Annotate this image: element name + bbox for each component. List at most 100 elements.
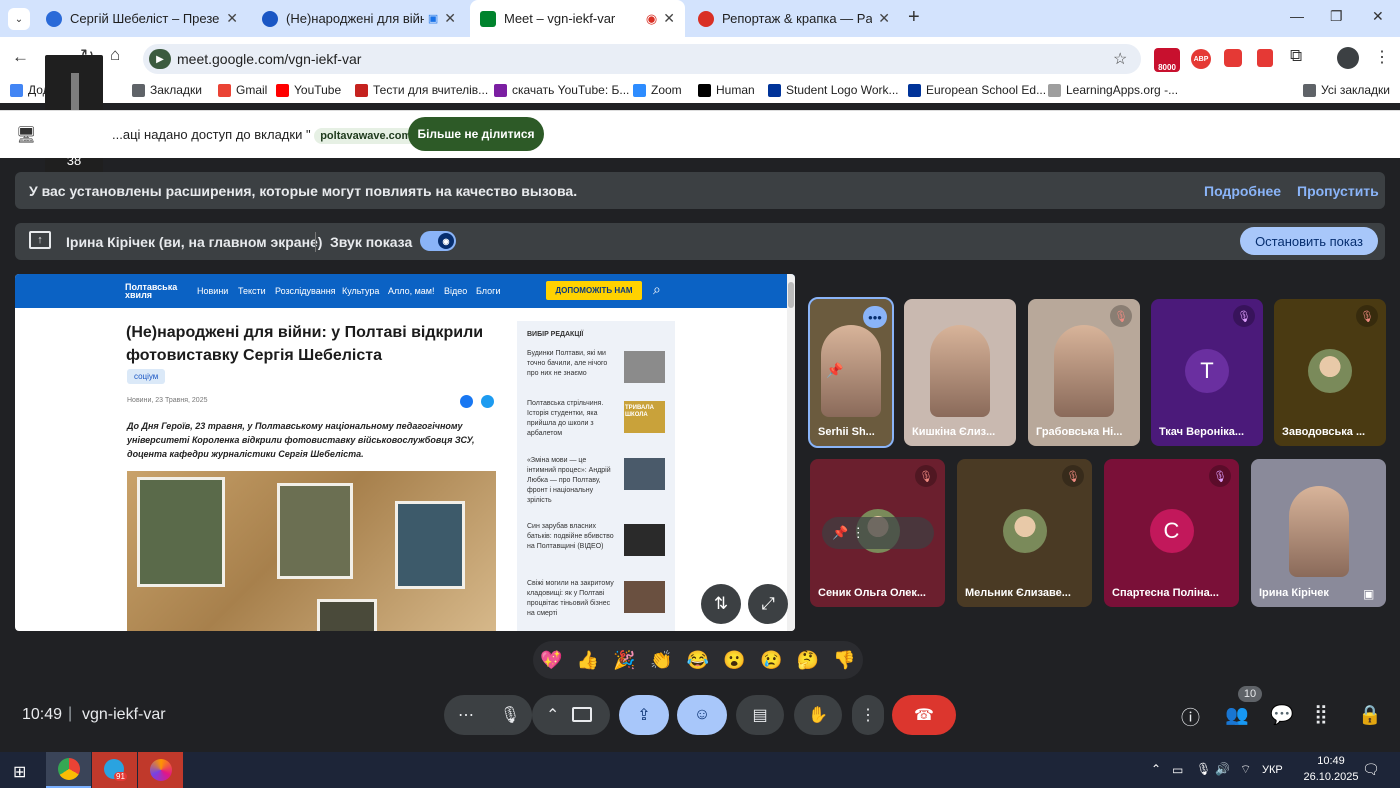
tag-chip[interactable]: соціум bbox=[127, 369, 166, 384]
new-tab-button[interactable]: + bbox=[908, 6, 920, 29]
tab-meet[interactable]: Meet – vgn-iekf-var ◉ ✕ bbox=[470, 0, 685, 37]
leave-call-button[interactable]: ☎ bbox=[892, 695, 956, 735]
site-nav-item[interactable]: Розслідування bbox=[275, 286, 336, 296]
help-us-button[interactable]: ДОПОМОЖІТЬ НАМ bbox=[546, 281, 642, 300]
site-nav-item[interactable]: Культура bbox=[342, 286, 379, 296]
details-link[interactable]: Подробнее bbox=[1204, 183, 1281, 199]
bookmark-item[interactable]: скачать YouTube: Б... bbox=[494, 83, 629, 97]
audio-options-button[interactable]: ⋯ 🎙 bbox=[444, 695, 532, 735]
sidebar-story-text[interactable]: Будинки Полтави, які ми точно бачили, ал… bbox=[527, 349, 617, 379]
participant-tile[interactable]: C 🎙 Спартесна Поліна... bbox=[1104, 459, 1239, 607]
browser-menu-icon[interactable]: ⋮ bbox=[1374, 47, 1390, 67]
participant-tile[interactable]: Ірина Кірічек bbox=[1251, 459, 1386, 607]
sidebar-story-thumbnail[interactable] bbox=[624, 524, 665, 556]
fullscreen-button[interactable]: ⤢ bbox=[748, 584, 788, 624]
site-nav-item[interactable]: Відео bbox=[444, 286, 467, 296]
more-options-button[interactable]: ⋮ bbox=[852, 695, 884, 735]
taskbar-chrome-app[interactable] bbox=[46, 752, 91, 788]
maximize-icon[interactable]: ❐ bbox=[1330, 8, 1343, 25]
site-nav-item[interactable]: Блоги bbox=[476, 286, 500, 296]
sidebar-story-thumbnail[interactable] bbox=[624, 458, 665, 490]
home-icon[interactable]: ⌂ bbox=[110, 45, 120, 65]
sidebar-story-thumbnail[interactable] bbox=[624, 581, 665, 613]
reaction-emoji[interactable]: 😢 bbox=[760, 650, 782, 671]
reaction-emoji[interactable]: 👍 bbox=[577, 650, 599, 671]
language-indicator[interactable]: УКР bbox=[1262, 764, 1283, 776]
twitter-icon[interactable] bbox=[481, 395, 494, 408]
profile-avatar[interactable] bbox=[1337, 47, 1359, 69]
captions-button[interactable]: ▤ bbox=[736, 695, 784, 735]
sound-toggle[interactable]: ◉ bbox=[420, 231, 456, 251]
camera-icon[interactable] bbox=[572, 707, 592, 722]
participant-tile[interactable]: 🎙 Заводовська ... bbox=[1274, 299, 1386, 446]
reaction-emoji[interactable]: 🤔 bbox=[797, 650, 819, 671]
shield-extension-icon[interactable] bbox=[1257, 49, 1273, 67]
tab-article[interactable]: (Не)народжені для війни: у ▣ ✕ bbox=[252, 0, 466, 37]
sidebar-story-text[interactable]: «Зміна мови — це інтимний процес»: Андрі… bbox=[527, 456, 617, 506]
pin-controls[interactable]: 📌 ⋮ bbox=[822, 517, 934, 549]
search-icon[interactable]: ⌕ bbox=[653, 281, 661, 298]
chat-icon[interactable]: 💬 bbox=[1270, 703, 1294, 727]
sidebar-story-text[interactable]: Полтавська стрільчиня. Історія студентки… bbox=[527, 399, 617, 439]
reaction-emoji[interactable]: 😮 bbox=[723, 650, 745, 671]
site-nav-item[interactable]: Новини bbox=[197, 286, 228, 296]
pin-icon[interactable]: 📌 bbox=[826, 362, 843, 379]
extensions-puzzle-icon[interactable]: ⧉ bbox=[1290, 46, 1302, 66]
bookmark-item[interactable]: Усі закладки bbox=[1303, 83, 1390, 97]
bookmark-item[interactable]: Zoom bbox=[633, 83, 682, 97]
close-tab-icon[interactable]: ✕ bbox=[444, 10, 456, 27]
close-window-icon[interactable]: ✕ bbox=[1372, 8, 1384, 25]
bookmark-item[interactable]: Gmail bbox=[218, 83, 267, 97]
facebook-icon[interactable] bbox=[460, 395, 473, 408]
sidebar-story-text[interactable]: Свіжі могили на закритому кладовищі: як … bbox=[527, 579, 617, 619]
present-button[interactable]: ⇪ bbox=[619, 695, 669, 735]
participant-tile[interactable]: 🎙 Мельник Єлизаве... bbox=[957, 459, 1092, 607]
tab-presentation[interactable]: Сергій Шебеліст – Презентац ✕ bbox=[36, 0, 248, 37]
address-bar[interactable]: ▶ meet.google.com/vgn-iekf-var ☆ bbox=[143, 44, 1141, 74]
bookmark-star-icon[interactable]: ☆ bbox=[1113, 49, 1127, 69]
stop-presenting-button[interactable]: Остановить показ bbox=[1240, 227, 1378, 255]
adblock-icon[interactable]: ABP bbox=[1191, 49, 1211, 69]
scrollbar-thumb[interactable] bbox=[788, 282, 794, 308]
clock-date[interactable]: 26.10.2025 bbox=[1296, 771, 1366, 783]
tab-reportage[interactable]: Репортаж & крапка — Page 4 ✕ bbox=[688, 0, 900, 37]
bookmark-item[interactable]: Тести для вчителів... bbox=[355, 83, 488, 97]
clock-time[interactable]: 10:49 bbox=[1306, 755, 1356, 767]
close-tab-icon[interactable]: ✕ bbox=[226, 10, 238, 27]
meeting-info-icon[interactable]: ⓘ bbox=[1181, 703, 1200, 730]
back-icon[interactable]: ← bbox=[12, 47, 29, 67]
bookmark-item[interactable]: European School Ed... bbox=[908, 83, 1046, 97]
tab-search-button[interactable]: ⌄ bbox=[8, 8, 30, 30]
mic-icon[interactable]: 🎙 bbox=[488, 695, 532, 735]
tile-menu-icon[interactable]: ••• bbox=[863, 306, 887, 328]
site-nav-item[interactable]: Тексти bbox=[238, 286, 266, 296]
self-view-icon[interactable]: ▣ bbox=[1363, 587, 1374, 601]
reaction-emoji[interactable]: 💖 bbox=[540, 650, 562, 671]
tray-chevron-icon[interactable]: ⌃ bbox=[1151, 762, 1161, 776]
activities-icon[interactable]: ⣿ bbox=[1314, 703, 1328, 726]
skip-link[interactable]: Пропустить bbox=[1297, 183, 1379, 199]
host-controls-icon[interactable]: 🔒 bbox=[1358, 703, 1382, 727]
participant-tile[interactable]: Кишкіна Єлиз... bbox=[904, 299, 1016, 446]
minimize-icon[interactable]: — bbox=[1290, 8, 1304, 24]
sidebar-story-text[interactable]: Син зарубав власних батьків: подвійне вб… bbox=[527, 522, 617, 552]
participant-tile[interactable]: 🎙 Грабовська Ні... bbox=[1028, 299, 1140, 446]
bookmark-item[interactable]: YouTube bbox=[276, 83, 341, 97]
close-tab-icon[interactable]: ✕ bbox=[878, 10, 890, 27]
reaction-emoji[interactable]: 👎 bbox=[833, 650, 855, 671]
bookmark-item[interactable]: Human bbox=[698, 83, 755, 97]
taskbar-firefox-app[interactable] bbox=[138, 752, 183, 788]
notifications-icon[interactable]: 🗨 bbox=[1362, 761, 1380, 778]
mic-tray-icon[interactable]: 🎙 bbox=[1196, 762, 1211, 776]
wifi-tray-icon[interactable]: ⌔ bbox=[1240, 762, 1251, 777]
unpin-button[interactable]: ⇅ bbox=[701, 584, 741, 624]
bookmark-item[interactable]: Закладки bbox=[132, 83, 202, 97]
video-options-button[interactable]: ⌃ bbox=[532, 695, 610, 735]
reaction-emoji[interactable]: 👏 bbox=[650, 650, 672, 671]
close-tab-icon[interactable]: ✕ bbox=[663, 10, 675, 27]
video-extension-icon[interactable] bbox=[1224, 49, 1242, 67]
scrollbar[interactable] bbox=[787, 274, 795, 631]
site-info-icon[interactable]: ▶ bbox=[149, 49, 171, 69]
windows-start-icon[interactable]: ⊞ bbox=[13, 762, 26, 782]
sidebar-story-thumbnail[interactable]: ТРИВАЛА ШКОЛА bbox=[624, 401, 665, 433]
